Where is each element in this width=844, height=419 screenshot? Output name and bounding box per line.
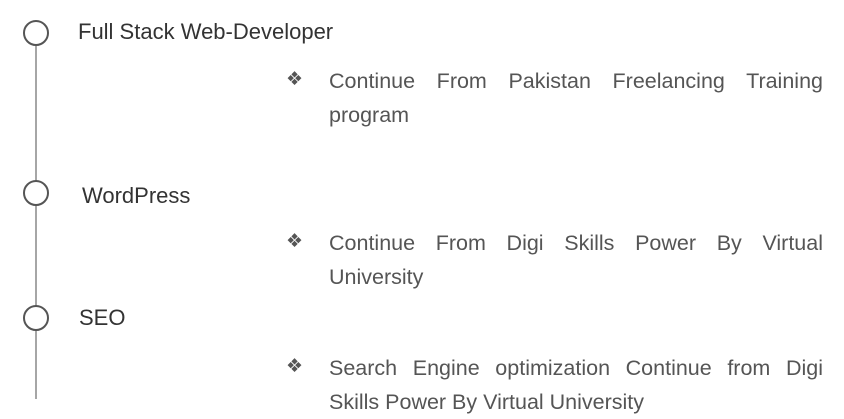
entry-description: Continue From Digi Skills Power By Virtu… (329, 231, 823, 289)
timeline-node-circle (23, 20, 49, 46)
diamond-bullet-icon: ❖ (286, 231, 304, 252)
timeline-node-circle (23, 180, 49, 206)
entry-title: SEO (79, 305, 126, 330)
diamond-bullet-icon: ❖ (286, 69, 304, 90)
timeline-node-circle (23, 305, 49, 331)
entry-title: Full Stack Web-Developer (78, 19, 334, 44)
entry-description: Continue From Pakistan Freelancing Train… (329, 69, 823, 127)
diamond-bullet-icon: ❖ (286, 356, 304, 377)
entry-description: Search Engine optimization Continue from… (329, 356, 823, 414)
timeline-line (35, 46, 37, 399)
entry-title: WordPress (82, 183, 191, 208)
